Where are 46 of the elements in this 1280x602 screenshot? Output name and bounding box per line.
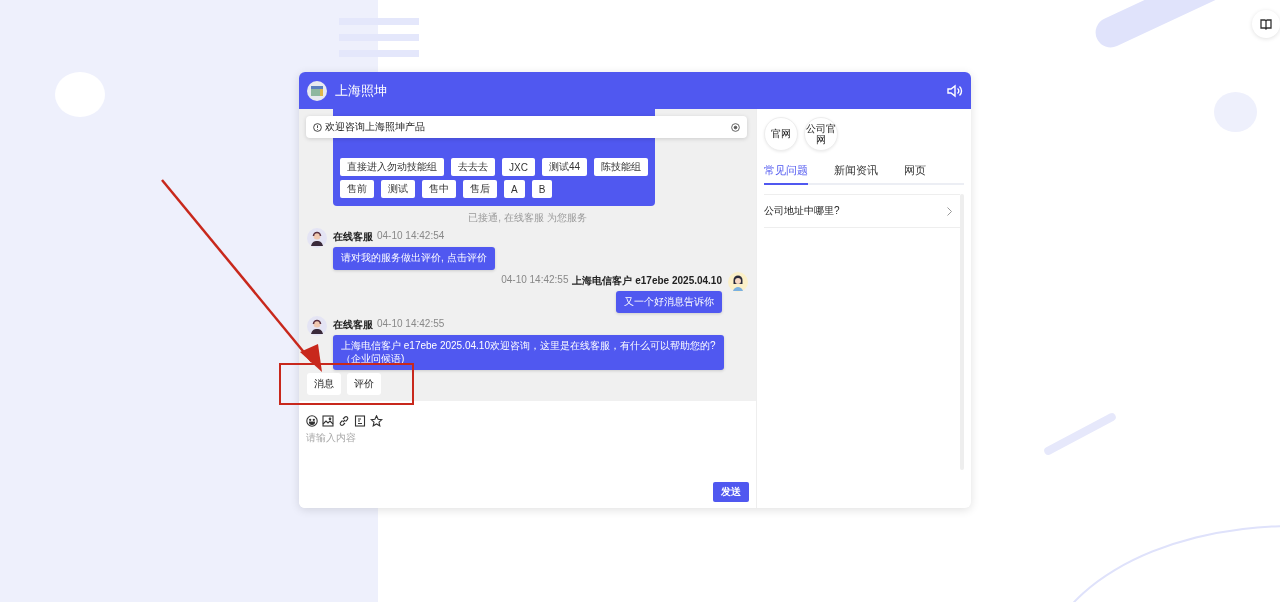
emoji-icon[interactable] [306,415,318,427]
book-icon-button[interactable] [1252,10,1280,38]
star-icon[interactable] [370,415,383,427]
website-link-button[interactable]: 官网 [764,117,798,151]
message-time: 04-10 14:42:55 [501,273,569,287]
info-icon [313,122,322,132]
quick-reply-button[interactable]: 评价 [347,373,381,395]
agent-avatar [307,228,327,248]
faq-item[interactable]: 公司地址中哪里? [764,194,960,228]
skill-group-button[interactable]: 售后 [463,180,497,198]
document-icon[interactable] [354,415,366,427]
tab[interactable]: 网页 [904,162,926,185]
tab[interactable]: 常见问题 [764,162,808,185]
send-button[interactable]: 发送 [713,482,749,502]
skill-group-button[interactable]: 售中 [422,180,456,198]
website-link-button[interactable]: 公司官网 [804,117,838,151]
agent-avatar [307,316,327,336]
chevron-right-icon [947,206,952,216]
tab[interactable]: 新闻资讯 [834,162,878,185]
message-bubble: 又一个好消息告诉你 [616,290,722,313]
message-time: 04-10 14:42:55 [377,318,445,331]
system-message: 已接通, 在线客服 为您服务 [467,211,588,225]
skill-group-button[interactable]: 测试44 [541,158,588,176]
link-icon[interactable] [338,415,350,427]
skill-group-button[interactable]: 直接进入勿动技能组 [340,158,444,176]
image-icon[interactable] [322,415,334,427]
message-bubble: 请对我的服务做出评价, 点击评价 [333,247,495,270]
book-icon [1260,18,1272,30]
close-icon[interactable] [731,122,740,132]
skill-group-button[interactable]: 陈技能组 [594,158,649,176]
skill-group-button[interactable]: 测试 [381,180,415,198]
skill-group-button[interactable]: B [531,180,553,198]
quick-reply-button[interactable]: 消息 [307,373,341,395]
notice-text: 欢迎咨询上海照坤产品 [325,120,426,134]
sender-name: 在线客服 [333,318,373,332]
speaker-icon[interactable] [947,83,963,98]
skill-group-button[interactable]: A [504,180,525,198]
user-avatar [728,271,748,292]
skill-group-button[interactable]: 售前 [340,180,374,198]
sender-name: 上海电信客户 e17ebe 2025.04.10 [572,273,722,288]
window-title: 上海照坤 [335,81,388,100]
logo-icon [307,80,327,101]
message-time: 04-10 14:42:54 [377,230,445,243]
skill-group-button[interactable]: 去去去 [451,158,495,176]
skill-group-button[interactable]: JXC [502,158,535,176]
sender-name: 在线客服 [333,230,373,244]
